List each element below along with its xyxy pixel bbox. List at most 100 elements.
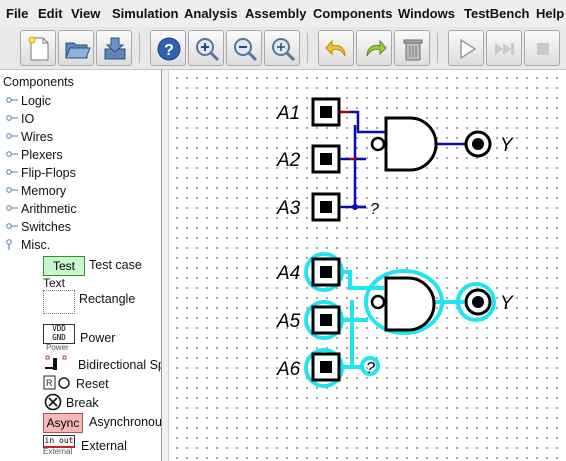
tree-item-misc[interactable]: Misc.	[6, 238, 50, 252]
external-caption: External	[43, 447, 73, 456]
misc-item-label: Power	[80, 331, 116, 345]
menu-windows[interactable]: Windows	[398, 6, 455, 21]
misc-item-label: Break	[66, 396, 99, 410]
tree-item-label: Logic	[21, 94, 51, 108]
reset-badge: R	[46, 378, 53, 388]
tree-item-label: Wires	[21, 130, 53, 144]
tree-item-switches[interactable]: Switches	[6, 220, 71, 234]
svg-text:?: ?	[164, 42, 174, 59]
help-button[interactable]: ?	[150, 30, 186, 66]
tree-item-label: Switches	[21, 220, 72, 234]
top-and-gate[interactable]	[384, 116, 438, 172]
input-pin-a2-led	[320, 153, 332, 165]
step-simulation-button[interactable]	[486, 30, 522, 66]
tree-root-components[interactable]: Components	[3, 75, 74, 89]
tree-node-icon	[6, 205, 18, 211]
misc-item-label: External	[81, 439, 127, 453]
trash-icon	[403, 39, 423, 61]
tree-item-label: Plexers	[21, 148, 63, 162]
stop-simulation-button[interactable]	[524, 30, 560, 66]
output-pin-y2-led	[472, 296, 484, 308]
junction-dot	[352, 204, 358, 210]
async-badge: Async	[43, 413, 83, 433]
tree-item-label: IO	[21, 112, 35, 126]
tree-node-icon	[6, 187, 18, 193]
open-button[interactable]	[58, 30, 94, 66]
start-simulation-button[interactable]	[448, 30, 484, 66]
undo-button[interactable]	[318, 30, 354, 66]
menu-file[interactable]: File	[6, 6, 28, 21]
input-pin-a1-led	[320, 106, 332, 118]
tree-item-plexers[interactable]: Plexers	[6, 148, 63, 162]
unknown-label-2: ?	[366, 360, 375, 377]
tree-node-icon	[6, 115, 18, 121]
test-case-badge: Test	[43, 256, 85, 276]
bidirectional-switch-icon	[45, 355, 67, 370]
zoom-out-icon	[234, 38, 258, 62]
tree-item-label: Arithmetic	[21, 202, 77, 216]
tree-node-expanded-icon	[6, 239, 12, 250]
input-pin-a4-led	[320, 266, 332, 278]
circuit-canvas[interactable]: A1 A2 A3 Y ? A4 A5 A6 Y ?	[169, 70, 566, 461]
tree-node-icon	[6, 97, 18, 103]
top-input-pins	[311, 97, 341, 222]
tree-item-memory[interactable]: Memory	[6, 184, 66, 198]
redo-button[interactable]	[356, 30, 392, 66]
tree-item-io[interactable]: IO	[6, 112, 34, 126]
tree-item-flip-flops[interactable]: Flip-Flops	[6, 166, 76, 180]
toolbar-separator	[437, 33, 438, 63]
power-caption: Power	[46, 343, 69, 352]
output-pin-y-led	[472, 138, 484, 150]
new-file-icon	[28, 36, 49, 61]
menu-simulation[interactable]: Simulation	[112, 6, 178, 21]
tree-item-wires[interactable]: Wires	[6, 130, 53, 144]
play-icon	[460, 38, 477, 60]
zoom-in-button[interactable]	[188, 30, 224, 66]
zoom-fit-button[interactable]	[264, 30, 300, 66]
misc-item-label: Reset	[76, 377, 109, 391]
menu-edit[interactable]: Edit	[38, 6, 63, 21]
input-label-a3: A3	[276, 198, 301, 219]
input-label-a2: A2	[276, 150, 301, 171]
tree-node-icon	[6, 223, 18, 229]
tree-item-logic[interactable]: Logic	[6, 94, 51, 108]
tree-item-label: Flip-Flops	[21, 166, 76, 180]
input-label-a1: A1	[276, 103, 300, 124]
toolbar-separator	[307, 33, 308, 63]
zoom-out-button[interactable]	[226, 30, 262, 66]
output-label-y2: Y	[500, 293, 514, 314]
misc-item-label: Test case	[89, 258, 142, 272]
tree-item-arithmetic[interactable]: Arithmetic	[6, 202, 77, 216]
bottom-input-pins	[311, 257, 341, 382]
save-icon	[104, 37, 126, 60]
input-pin-a3-led	[320, 201, 332, 213]
text-badge: Text	[43, 276, 66, 290]
stop-icon	[537, 43, 549, 55]
menu-assembly[interactable]: Assembly	[245, 6, 306, 21]
save-button[interactable]	[96, 30, 132, 66]
sidebar-scrollbar[interactable]	[162, 70, 169, 461]
break-icon	[44, 393, 62, 411]
undo-icon	[325, 39, 346, 57]
top-circuit: A1 A2 A3 Y ?	[276, 97, 514, 222]
unknown-label: ?	[370, 201, 379, 218]
menu-bar: File Edit View Simulation Analysis Assem…	[0, 0, 566, 27]
circuit-diagram: A1 A2 A3 Y ? A4 A5 A6 Y ?	[276, 97, 514, 388]
bottom-circuit: A4 A5 A6 Y ?	[276, 252, 514, 388]
tree-item-label: Misc.	[21, 238, 51, 252]
menu-components[interactable]: Components	[313, 6, 392, 21]
input-label-a6: A6	[276, 359, 301, 380]
menu-help[interactable]: Help	[536, 6, 564, 21]
rectangle-icon	[43, 290, 75, 314]
delete-button[interactable]	[394, 30, 430, 66]
menu-analysis[interactable]: Analysis	[184, 6, 237, 21]
toolbar: ?	[0, 27, 566, 70]
zoom-fit-icon	[272, 38, 296, 62]
step-icon	[495, 43, 514, 55]
new-file-button[interactable]	[20, 30, 56, 66]
menu-view[interactable]: View	[71, 6, 100, 21]
misc-item-label: Rectangle	[79, 292, 136, 306]
bottom-and-gate[interactable]	[384, 276, 436, 332]
tree-node-icon	[6, 169, 18, 175]
menu-testbench[interactable]: TestBench	[464, 6, 530, 21]
